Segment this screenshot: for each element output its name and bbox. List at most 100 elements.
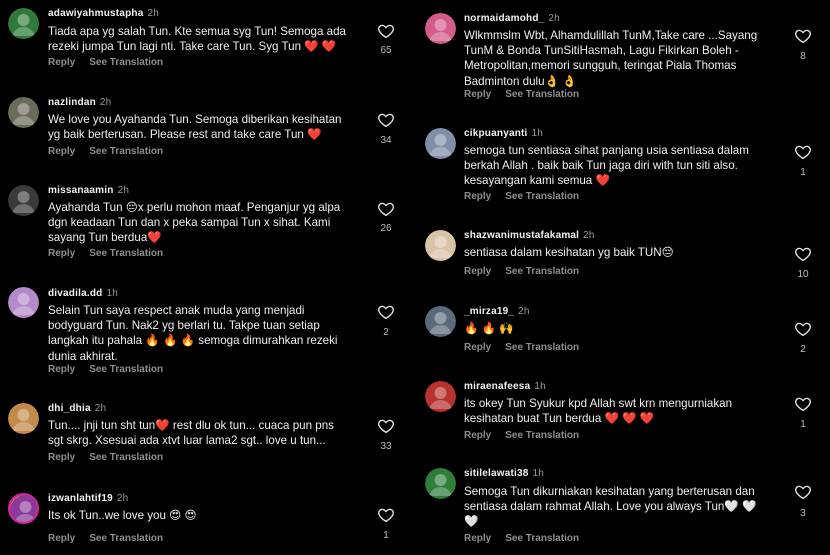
comment-text: Wlkmmslm Wbt, Alhamdulillah TunM,Take ca… — [464, 29, 758, 88]
avatar[interactable] — [425, 468, 456, 499]
username-text[interactable]: dhi_dhia — [48, 403, 91, 414]
see-translation-button[interactable]: See Translation — [89, 57, 163, 68]
avatar[interactable] — [8, 403, 39, 434]
reply-button[interactable]: Reply — [48, 57, 75, 68]
comment-text: Tiada apa yg salah Tun. Kte semua syg Tu… — [48, 25, 346, 54]
like-count: 26 — [380, 223, 392, 234]
username-text[interactable]: adawiyahmustapha — [48, 8, 143, 19]
see-translation-button[interactable]: See Translation — [505, 533, 579, 544]
see-translation-button[interactable]: See Translation — [505, 430, 579, 441]
reply-button[interactable]: Reply — [48, 533, 75, 544]
like-heart-icon[interactable] — [377, 303, 395, 321]
see-translation-button[interactable]: See Translation — [89, 533, 163, 544]
comment-username[interactable]: cikpuanyanti 1h — [464, 128, 543, 139]
like-count: 3 — [800, 508, 806, 519]
like-count: 1 — [800, 419, 806, 430]
reply-button[interactable]: Reply — [464, 89, 491, 100]
comment-username[interactable]: dhi_dhia 2h — [48, 403, 106, 414]
reply-button[interactable]: Reply — [48, 452, 75, 463]
username-text[interactable]: missanaamin — [48, 185, 114, 196]
like-count: 34 — [380, 135, 392, 146]
like-heart-icon[interactable] — [794, 320, 812, 338]
reply-button[interactable]: Reply — [48, 146, 75, 157]
username-text[interactable]: izwanlahtif19 — [48, 493, 113, 504]
username-text[interactable]: nazlindan — [48, 97, 96, 108]
like-count: 1 — [800, 167, 806, 178]
like-count: 1 — [383, 530, 389, 541]
comment-text: Selain Tun saya respect anak muda yang m… — [48, 304, 338, 363]
comment-username[interactable]: adawiyahmustapha 2h — [48, 8, 159, 19]
see-translation-button[interactable]: See Translation — [505, 266, 579, 277]
see-translation-button[interactable]: See Translation — [89, 364, 163, 375]
like-heart-icon[interactable] — [377, 506, 395, 524]
like-heart-icon[interactable] — [794, 143, 812, 161]
like-heart-icon[interactable] — [794, 27, 812, 45]
comment-username[interactable]: nazlindan 2h — [48, 97, 111, 108]
reply-button[interactable]: Reply — [48, 248, 75, 259]
comment-username[interactable]: izwanlahtif19 2h — [48, 493, 128, 504]
like-heart-icon[interactable] — [794, 245, 812, 263]
comment-text: its okey Tun Syukur kpd Allah swt krn me… — [464, 397, 733, 426]
username-text[interactable]: _mirza19_ — [464, 306, 514, 317]
comment-text: Semoga Tun dikurniakan kesihatan yang be… — [464, 485, 757, 529]
username-text[interactable]: shazwanimustafakamal — [464, 230, 579, 241]
username-text[interactable]: divadila.dd — [48, 288, 102, 299]
comment-username[interactable]: shazwanimustafakamal 2h — [464, 230, 595, 241]
comment-time: 2h — [583, 230, 595, 241]
see-translation-button[interactable]: See Translation — [89, 452, 163, 463]
see-translation-button[interactable]: See Translation — [505, 191, 579, 202]
like-count: 65 — [380, 45, 392, 56]
like-heart-icon[interactable] — [794, 483, 812, 501]
see-translation-button[interactable]: See Translation — [89, 248, 163, 259]
comment-time: 2h — [117, 185, 130, 196]
avatar[interactable] — [425, 230, 456, 261]
avatar[interactable] — [8, 287, 39, 318]
comment-username[interactable]: normaidamohd_ 2h — [464, 13, 560, 24]
like-heart-icon[interactable] — [794, 395, 812, 413]
like-heart-icon[interactable] — [377, 417, 395, 435]
avatar[interactable] — [425, 13, 456, 44]
avatar[interactable] — [425, 381, 456, 412]
avatar[interactable] — [425, 128, 456, 159]
comment-username[interactable]: sitilelawati38 1h — [464, 468, 544, 479]
avatar[interactable] — [8, 97, 39, 128]
avatar[interactable] — [8, 8, 39, 39]
see-translation-button[interactable]: See Translation — [505, 89, 579, 100]
comment-username[interactable]: missanaamin 2h — [48, 185, 129, 196]
reply-button[interactable]: Reply — [464, 533, 491, 544]
avatar[interactable] — [8, 493, 39, 524]
avatar[interactable] — [425, 306, 456, 337]
comment-actions: Reply See Translation — [48, 364, 177, 375]
like-heart-icon[interactable] — [377, 22, 395, 40]
comment-text: Ayahanda Tun 😔x perlu mohon maaf. Pengan… — [48, 201, 341, 245]
like-count: 10 — [797, 269, 809, 280]
comments-column-left: adawiyahmustapha 2h Tiada apa yg salah Tun… — [0, 0, 413, 555]
avatar[interactable] — [8, 185, 39, 216]
username-text[interactable]: miraenafeesa — [464, 381, 530, 392]
comment-text: Its ok Tun..we love you 😍 😍 — [48, 509, 197, 522]
comment-username[interactable]: divadila.dd 1h — [48, 288, 118, 299]
reply-button[interactable]: Reply — [48, 364, 75, 375]
username-text[interactable]: cikpuanyanti — [464, 128, 528, 139]
comment-text: 🔥 🔥 🙌 — [464, 322, 514, 335]
reply-button[interactable]: Reply — [464, 266, 491, 277]
reply-button[interactable]: Reply — [464, 342, 491, 353]
comment-username[interactable]: miraenafeesa 1h — [464, 381, 546, 392]
like-count: 33 — [380, 441, 392, 452]
comment-time: 2h — [518, 306, 530, 317]
username-text[interactable]: normaidamohd_ — [464, 13, 544, 24]
comment-text: Tun.... jnji tun sht tun❤️ rest dlu ok t… — [48, 419, 334, 448]
see-translation-button[interactable]: See Translation — [505, 342, 579, 353]
comment-actions: Reply See Translation — [464, 89, 593, 100]
comment-username[interactable]: _mirza19_ 2h — [464, 306, 530, 317]
username-text[interactable]: sitilelawati38 — [464, 468, 529, 479]
comment-actions: Reply See Translation — [464, 430, 593, 441]
comment-time: 2h — [548, 13, 560, 24]
reply-button[interactable]: Reply — [464, 191, 491, 202]
comment-time: 1h — [532, 468, 545, 479]
comment-actions: Reply See Translation — [48, 57, 177, 68]
like-heart-icon[interactable] — [377, 111, 395, 129]
like-heart-icon[interactable] — [377, 200, 395, 218]
see-translation-button[interactable]: See Translation — [89, 146, 163, 157]
reply-button[interactable]: Reply — [464, 430, 491, 441]
